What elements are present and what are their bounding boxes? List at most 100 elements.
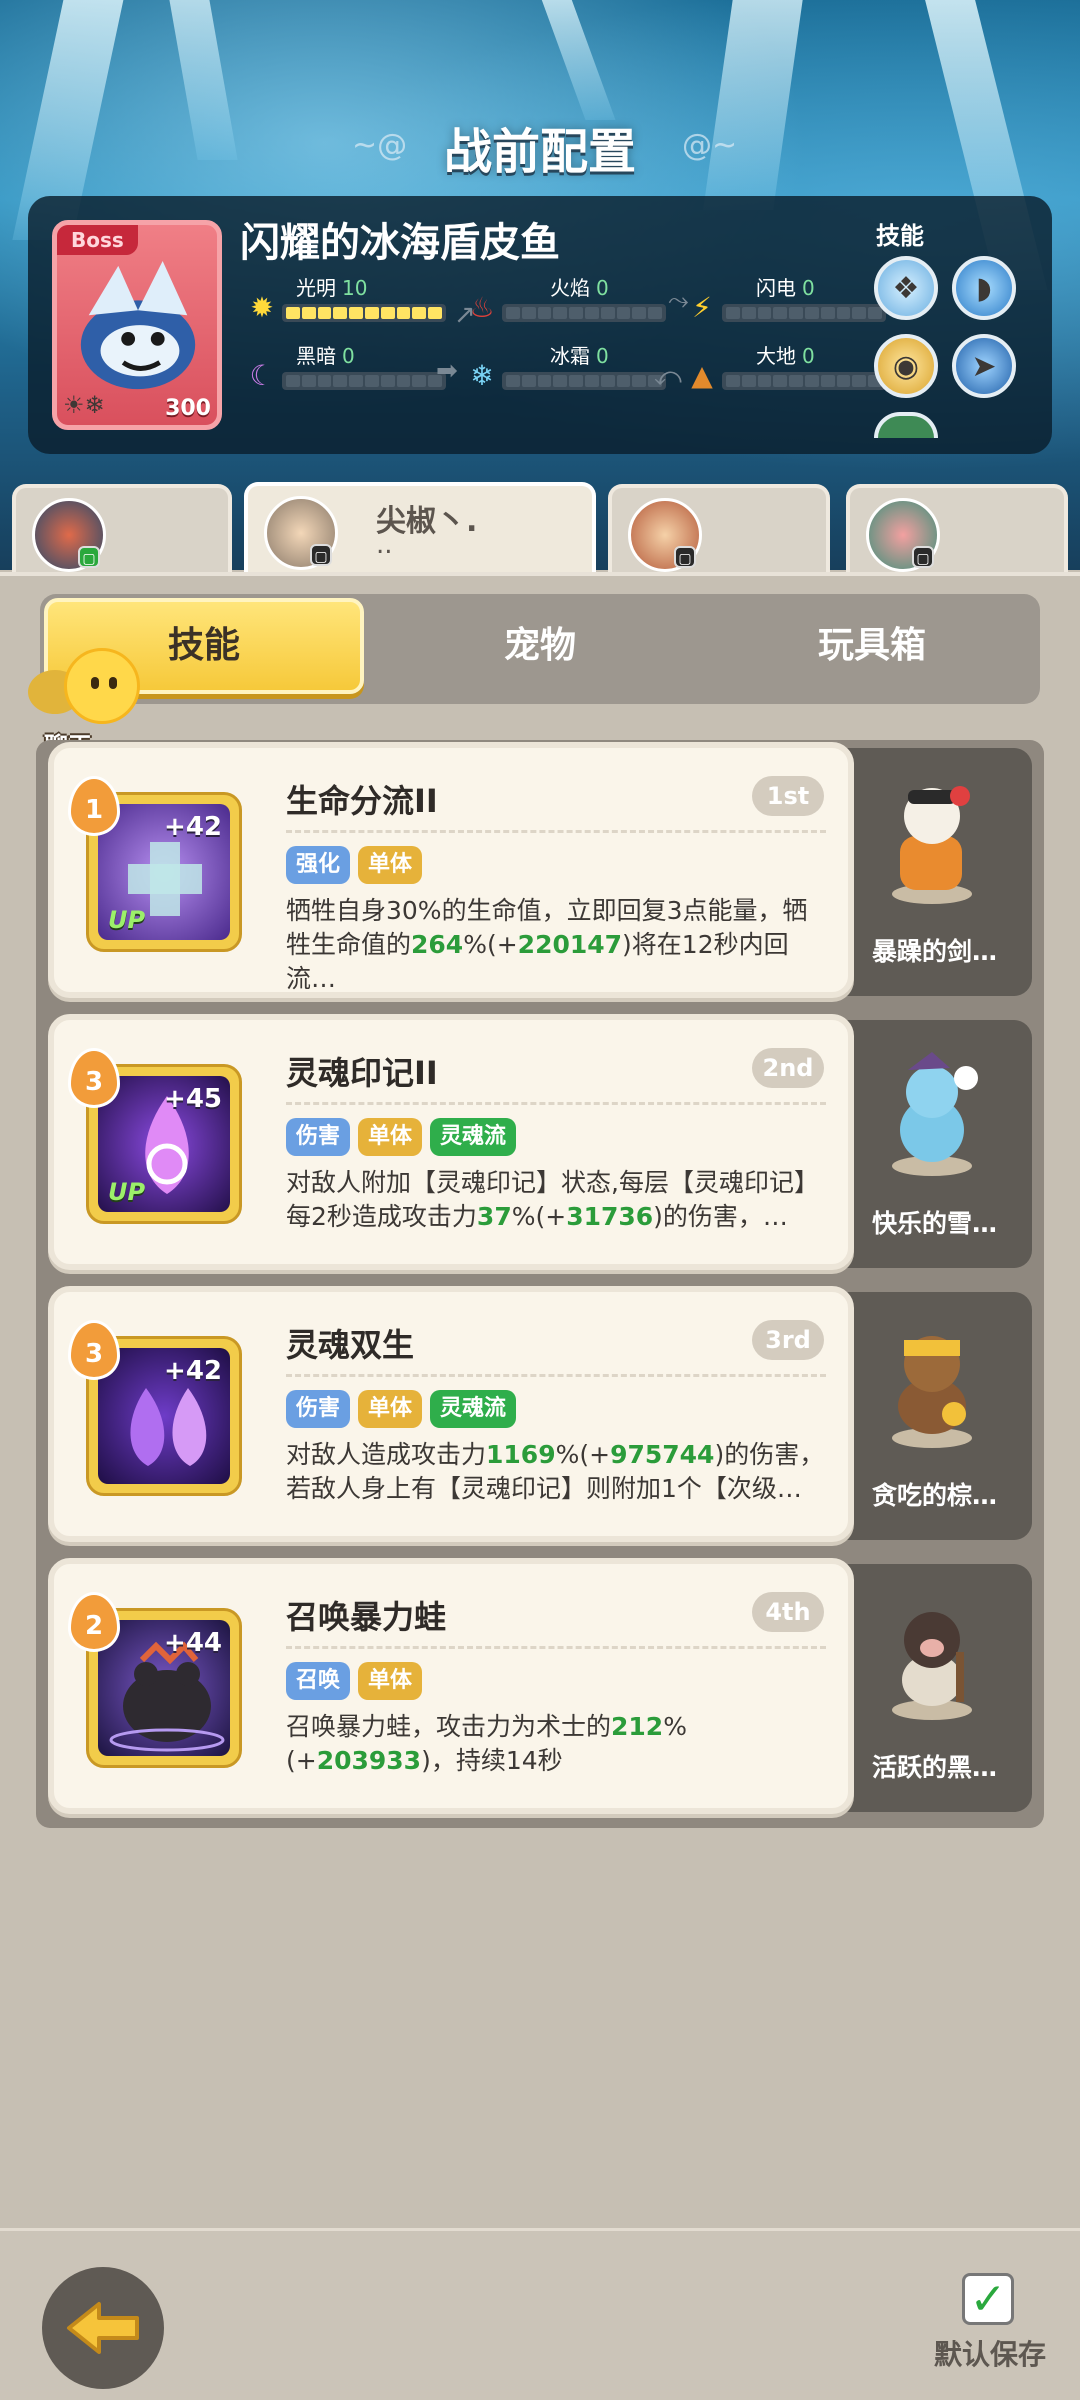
divider: [286, 830, 826, 833]
flame-icon: ♨: [469, 291, 495, 324]
skill-tags: 强化 单体: [286, 846, 423, 884]
pet-slot[interactable]: 活跃的黑…: [832, 1564, 1032, 1812]
chat-bubble-icon: [64, 648, 140, 724]
stat-value: 0: [342, 344, 355, 368]
boss-element-icons: ☀❄: [63, 391, 105, 419]
divider: [286, 1374, 826, 1377]
life-tap-skill-icon: +42 UP: [98, 804, 230, 940]
pet-slot[interactable]: 贪吃的棕…: [832, 1292, 1032, 1540]
back-button[interactable]: [42, 2267, 164, 2389]
boss-name: 闪耀的冰海盾皮鱼: [240, 220, 560, 266]
boss-portrait-card[interactable]: Boss ☀❄ 300: [52, 220, 222, 430]
hero-tab-3[interactable]: ▢: [608, 484, 830, 576]
skill-description: 牺牲自身30%的生命值，立即回复3点能量，牺牲生命值的264%(+220147)…: [286, 896, 808, 993]
stat-earth: ▲ 大地 0: [686, 340, 886, 400]
stat-dark: ☾ 黑暗 0: [246, 340, 446, 400]
hero-badge-icon: ▢: [912, 546, 934, 568]
skill-row: 暴躁的剑… +42 UP 1 生命分流II 1st 强化 单体 牺牲自身30%的…: [48, 742, 1032, 998]
hero-tab-1[interactable]: ▢: [12, 484, 232, 576]
skill-description: 对敌人附加【灵魂印记】状态,每层【灵魂印记】每2秒造成攻击力37%(+31736…: [286, 1168, 819, 1231]
main-panel: 技能 宠物 玩具箱 聊天 暴躁的剑…: [0, 572, 1080, 2228]
skill-tag: 单体: [358, 846, 423, 884]
divider: [286, 1646, 826, 1649]
skill-card[interactable]: +42 UP 1 生命分流II 1st 强化 单体 牺牲自身30%的生命值，立即…: [48, 742, 854, 998]
skill-tags: 伤害 单体 灵魂流: [286, 1390, 517, 1428]
skill-order: 3rd: [752, 1320, 824, 1360]
boss-skill-bird-icon[interactable]: ➤: [952, 334, 1016, 398]
skill-list: 暴躁的剑… +42 UP 1 生命分流II 1st 强化 单体 牺牲自身30%的…: [36, 740, 1044, 1828]
stat-value: 0: [802, 344, 815, 368]
lightning-icon: ⚡: [692, 291, 712, 324]
skill-name: 生命分流II: [286, 782, 438, 820]
summon-frog-skill-icon: +44: [98, 1620, 230, 1756]
stat-label: 光明: [296, 276, 336, 300]
stat-label: 冰霜: [550, 344, 590, 368]
default-save-label: 默认保存: [934, 2338, 1047, 2371]
skill-up-badge: UP: [108, 906, 146, 934]
skill-tag: 召唤: [286, 1662, 351, 1700]
soul-mark-skill-icon: +45 UP: [98, 1076, 230, 1212]
tab-toybox[interactable]: 玩具箱: [712, 598, 1032, 694]
pet-slot[interactable]: 快乐的雪…: [832, 1020, 1032, 1268]
back-arrow-icon: [67, 2302, 139, 2354]
skill-name: 灵魂印记II: [286, 1054, 438, 1092]
moon-icon: ☾: [249, 359, 275, 392]
skill-tag: 单体: [358, 1118, 423, 1156]
checkmark-icon[interactable]: ✓: [962, 2273, 1014, 2325]
skill-tag: 伤害: [286, 1390, 351, 1428]
pet-name: 快乐的雪…: [872, 1209, 998, 1238]
arrow-icon: ⤺: [654, 362, 682, 392]
stat-bar: [282, 304, 446, 322]
stat-bar: [502, 304, 666, 322]
boss-skills-label: 技能: [876, 222, 924, 250]
skill-level-badge: 3: [68, 1320, 120, 1380]
hero-badge-icon: ▢: [674, 546, 696, 568]
skill-card[interactable]: +44 2 召唤暴力蛙 4th 召唤 单体 召唤暴力蛙，攻击力为术士的212%(…: [48, 1558, 854, 1814]
skill-tag: 伤害: [286, 1118, 351, 1156]
category-tab-bar: 技能 宠物 玩具箱: [40, 594, 1040, 704]
bottom-bar: ✓ 默认保存: [0, 2228, 1080, 2400]
boss-skill-lion-icon[interactable]: ◉: [874, 334, 938, 398]
skill-plus: +44: [164, 1628, 222, 1658]
stat-bar: [502, 372, 666, 390]
divider: [286, 1102, 826, 1105]
skill-tag: 单体: [358, 1390, 423, 1428]
skill-row: 贪吃的棕… +42 3 灵魂双生 3rd 伤害 单体 灵魂流 对敌人造成攻击力1…: [48, 1286, 1032, 1542]
sun-icon: ✹: [250, 291, 274, 324]
skill-card[interactable]: +42 3 灵魂双生 3rd 伤害 单体 灵魂流 对敌人造成攻击力1169%(+…: [48, 1286, 854, 1542]
boss-tag: Boss: [57, 225, 138, 255]
hero-tab-4[interactable]: ▢: [846, 484, 1068, 576]
skill-description: 召唤暴力蛙，攻击力为术士的212%(+203933)，持续14秒: [286, 1712, 687, 1775]
skill-description: 对敌人造成攻击力1169%(+975744)的伤害，若敌人身上有【灵魂印记】则附…: [286, 1440, 825, 1503]
tab-pets[interactable]: 宠物: [380, 598, 700, 694]
skill-card[interactable]: +45 UP 3 灵魂印记II 2nd 伤害 单体 灵魂流 对敌人附加【灵魂印记…: [48, 1014, 854, 1270]
pet-snow-creature-figure: [892, 1052, 978, 1176]
skill-plus: +45: [164, 1084, 222, 1114]
skill-row: 快乐的雪… +45 UP 3 灵魂印记II 2nd 伤害 单体 灵魂流 对敌人附…: [48, 1014, 1032, 1270]
soul-twin-skill-icon: +42: [98, 1348, 230, 1484]
skill-tag: 灵魂流: [430, 1390, 517, 1428]
arrow-icon: ➡: [436, 356, 458, 386]
boss-skill-ice-crystal-icon[interactable]: ❖: [874, 256, 938, 320]
hero-tab-2[interactable]: ▢ 尖椒丶. ..: [244, 482, 596, 574]
stat-bar: [282, 372, 446, 390]
earth-icon: ▲: [691, 359, 713, 392]
stat-bar: [722, 372, 886, 390]
pet-slot[interactable]: 暴躁的剑…: [832, 748, 1032, 996]
boss-skill-more-icon[interactable]: [874, 412, 938, 438]
stat-frost: ❄ 冰霜 0: [466, 340, 666, 400]
pet-swordsman-figure: [892, 786, 972, 904]
skill-row: 活跃的黑… +44 2 召唤暴力蛙 4th 召唤 单体 召唤暴力蛙，攻击力为术士…: [48, 1558, 1032, 1814]
skill-order: 4th: [752, 1592, 824, 1632]
skill-plus: +42: [164, 1356, 222, 1386]
boss-skill-wave-icon[interactable]: ◗: [952, 256, 1016, 320]
stat-label: 火焰: [550, 276, 590, 300]
skill-tag: 灵魂流: [430, 1118, 517, 1156]
boss-info-panel: Boss ☀❄ 300 闪耀的冰海盾皮鱼 ✹ 光明 10 ↗ ♨ 火焰 0 ⤳ …: [28, 196, 1052, 454]
stat-bar: [722, 304, 886, 322]
boss-shield-fish-portrait: [80, 261, 196, 390]
skill-name: 灵魂双生: [286, 1326, 415, 1364]
stat-value: 0: [802, 276, 815, 300]
skill-order: 2nd: [752, 1048, 824, 1088]
stat-value: 10: [342, 276, 368, 300]
